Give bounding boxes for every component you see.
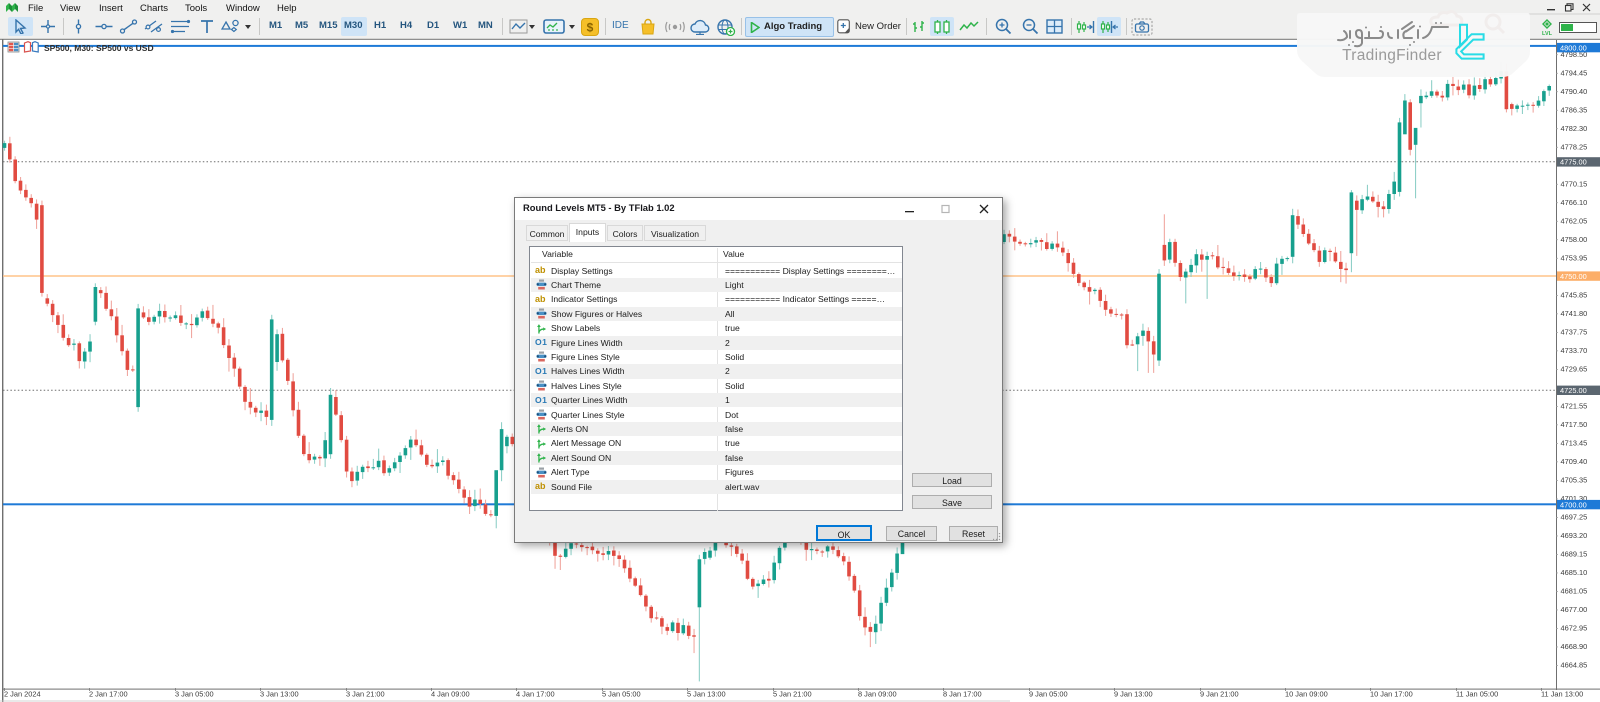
svg-text:4672.95: 4672.95 — [1561, 624, 1588, 633]
svg-text:4741.80: 4741.80 — [1561, 309, 1588, 318]
svg-text:4693.20: 4693.20 — [1561, 531, 1588, 540]
svg-text:4775.00: 4775.00 — [1560, 158, 1587, 167]
svg-text:4677.00: 4677.00 — [1561, 605, 1588, 614]
svg-text:3 Jan 13:00: 3 Jan 13:00 — [260, 690, 299, 699]
svg-text:4668.90: 4668.90 — [1561, 642, 1588, 651]
svg-text:4766.10: 4766.10 — [1561, 198, 1588, 207]
svg-text:4 Jan 09:00: 4 Jan 09:00 — [431, 690, 470, 699]
svg-text:2 Jan 17:00: 2 Jan 17:00 — [89, 690, 128, 699]
svg-text:9 Jan 05:00: 9 Jan 05:00 — [1029, 690, 1068, 699]
svg-text:LVL: LVL — [1542, 31, 1553, 36]
svg-text:4 Jan 17:00: 4 Jan 17:00 — [516, 690, 555, 699]
svg-text:4725.00: 4725.00 — [1560, 386, 1587, 395]
svg-text:5 Jan 05:00: 5 Jan 05:00 — [602, 690, 641, 699]
svg-text:4750.00: 4750.00 — [1560, 272, 1587, 281]
svg-text:4689.15: 4689.15 — [1561, 550, 1588, 559]
svg-text:4681.05: 4681.05 — [1561, 587, 1588, 596]
svg-text:4737.75: 4737.75 — [1561, 328, 1588, 337]
svg-text:SP500, M30: SP500 vs USD: SP500, M30: SP500 vs USD — [44, 43, 154, 53]
svg-text:4758.00: 4758.00 — [1561, 235, 1588, 244]
svg-text:4709.40: 4709.40 — [1561, 457, 1588, 466]
svg-text:4717.50: 4717.50 — [1561, 420, 1588, 429]
svg-text:4705.35: 4705.35 — [1561, 476, 1588, 485]
svg-text:4800.00: 4800.00 — [1560, 43, 1587, 52]
svg-text:5 Jan 13:00: 5 Jan 13:00 — [687, 690, 726, 699]
svg-text:4729.65: 4729.65 — [1561, 365, 1588, 374]
svg-text:4700.00: 4700.00 — [1560, 500, 1587, 509]
svg-text:10 Jan 09:00: 10 Jan 09:00 — [1285, 690, 1328, 699]
svg-text:5 Jan 21:00: 5 Jan 21:00 — [773, 690, 812, 699]
svg-text:3 Jan 05:00: 3 Jan 05:00 — [175, 690, 214, 699]
svg-text:3 Jan 21:00: 3 Jan 21:00 — [346, 690, 385, 699]
svg-text:4685.10: 4685.10 — [1561, 568, 1588, 577]
svg-text:9 Jan 21:00: 9 Jan 21:00 — [1200, 690, 1239, 699]
svg-text:9 Jan 13:00: 9 Jan 13:00 — [1114, 690, 1153, 699]
svg-text:4664.85: 4664.85 — [1561, 661, 1588, 670]
svg-text:11 Jan 05:00: 11 Jan 05:00 — [1456, 690, 1498, 699]
svg-text:4782.30: 4782.30 — [1561, 124, 1588, 133]
svg-text:4733.70: 4733.70 — [1561, 346, 1588, 355]
svg-text:4713.45: 4713.45 — [1561, 439, 1588, 448]
svg-text:4753.95: 4753.95 — [1561, 254, 1588, 263]
svg-text:4762.05: 4762.05 — [1561, 217, 1588, 226]
svg-text:4721.55: 4721.55 — [1561, 402, 1588, 411]
svg-text:4778.25: 4778.25 — [1561, 143, 1588, 152]
svg-text:10 Jan 17:00: 10 Jan 17:00 — [1370, 690, 1413, 699]
svg-text:2 Jan 2024: 2 Jan 2024 — [4, 690, 41, 699]
svg-text:8 Jan 17:00: 8 Jan 17:00 — [943, 690, 982, 699]
svg-text:4745.85: 4745.85 — [1561, 291, 1588, 300]
svg-text:4786.35: 4786.35 — [1561, 106, 1588, 115]
svg-text:4790.40: 4790.40 — [1561, 87, 1588, 96]
svg-text:4697.25: 4697.25 — [1561, 513, 1588, 522]
svg-text:8 Jan 09:00: 8 Jan 09:00 — [858, 690, 897, 699]
svg-text:4770.15: 4770.15 — [1561, 180, 1588, 189]
svg-text:11 Jan 13:00: 11 Jan 13:00 — [1541, 690, 1583, 699]
svg-text:4794.45: 4794.45 — [1561, 69, 1588, 78]
svg-text:$: $ — [587, 21, 594, 35]
